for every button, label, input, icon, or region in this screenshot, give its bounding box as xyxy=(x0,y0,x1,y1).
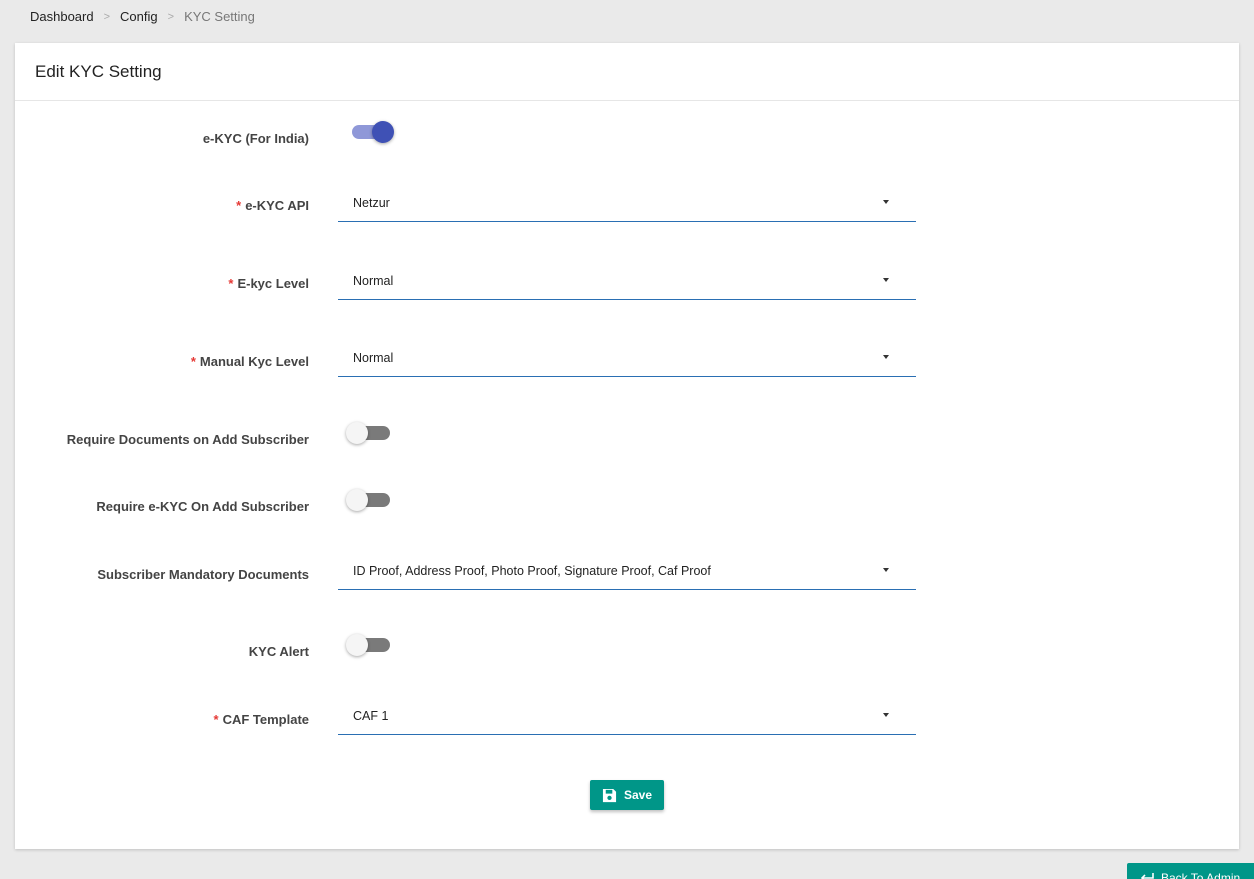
back-arrow-icon xyxy=(1140,873,1154,879)
breadcrumb-separator: > xyxy=(167,10,175,23)
caf-template-label-text: CAF Template xyxy=(222,712,309,727)
toggle-knob xyxy=(346,489,368,511)
kyc-alert-toggle[interactable] xyxy=(346,633,396,657)
dropdown-caret-icon xyxy=(883,355,889,359)
required-mark: * xyxy=(190,354,196,369)
require-docs-label: Require Documents on Add Subscriber xyxy=(66,432,309,447)
ekyc-level-label: * E-kyc Level xyxy=(228,276,309,291)
toggle-knob xyxy=(346,634,368,656)
edit-kyc-card: Edit KYC Setting e-KYC (For India) * e-KY… xyxy=(15,43,1239,849)
ekyc-india-label: e-KYC (For India) xyxy=(202,131,309,146)
toggle-knob xyxy=(346,422,368,444)
require-ekyc-label: Require e-KYC On Add Subscriber xyxy=(96,499,309,514)
breadcrumb-dashboard[interactable]: Dashboard xyxy=(30,9,94,24)
breadcrumb-current: KYC Setting xyxy=(184,9,255,24)
back-to-admin-button[interactable]: Back To Admin xyxy=(1127,863,1254,879)
required-mark: * xyxy=(213,712,219,727)
caf-template-select[interactable]: CAF 1 xyxy=(338,698,916,735)
dropdown-caret-icon xyxy=(883,278,889,282)
require-ekyc-toggle[interactable] xyxy=(346,488,396,512)
toggle-knob xyxy=(372,121,394,143)
dropdown-caret-icon xyxy=(883,568,889,572)
ekyc-level-select[interactable]: Normal xyxy=(338,263,916,300)
mandatory-docs-label: Subscriber Mandatory Documents xyxy=(97,567,309,582)
mandatory-docs-select[interactable]: ID Proof, Address Proof, Photo Proof, Si… xyxy=(338,553,916,590)
dropdown-caret-icon xyxy=(883,200,889,204)
manual-kyc-level-label: * Manual Kyc Level xyxy=(191,354,309,369)
caf-template-value: CAF 1 xyxy=(353,709,389,723)
ekyc-api-select[interactable]: Netzur xyxy=(338,185,916,222)
manual-kyc-level-select[interactable]: Normal xyxy=(338,340,916,377)
kyc-alert-label: KYC Alert xyxy=(248,644,309,659)
dropdown-caret-icon xyxy=(883,713,889,717)
page-title: Edit KYC Setting xyxy=(35,61,162,81)
require-docs-toggle[interactable] xyxy=(346,421,396,445)
mandatory-docs-value: ID Proof, Address Proof, Photo Proof, Si… xyxy=(353,564,711,578)
ekyc-india-toggle[interactable] xyxy=(346,120,396,144)
caf-template-label: * CAF Template xyxy=(214,712,310,727)
breadcrumb-separator: > xyxy=(103,10,111,23)
save-button-label: Save xyxy=(623,788,653,802)
back-to-admin-label: Back To Admin xyxy=(1161,871,1241,879)
ekyc-api-label-text: e-KYC API xyxy=(245,198,309,213)
breadcrumb: Dashboard > Config > KYC Setting xyxy=(30,9,255,24)
manual-kyc-level-value: Normal xyxy=(353,351,394,365)
manual-kyc-level-label-text: Manual Kyc Level xyxy=(199,354,309,369)
ekyc-api-label: * e-KYC API xyxy=(236,198,309,213)
ekyc-level-value: Normal xyxy=(353,274,394,288)
ekyc-level-label-text: E-kyc Level xyxy=(237,276,309,291)
ekyc-api-value: Netzur xyxy=(353,196,390,210)
card-header: Edit KYC Setting xyxy=(15,43,1239,101)
required-mark: * xyxy=(228,276,234,291)
required-mark: * xyxy=(236,198,242,213)
save-icon xyxy=(602,788,617,802)
save-button[interactable]: Save xyxy=(590,780,664,810)
breadcrumb-config[interactable]: Config xyxy=(120,9,158,24)
